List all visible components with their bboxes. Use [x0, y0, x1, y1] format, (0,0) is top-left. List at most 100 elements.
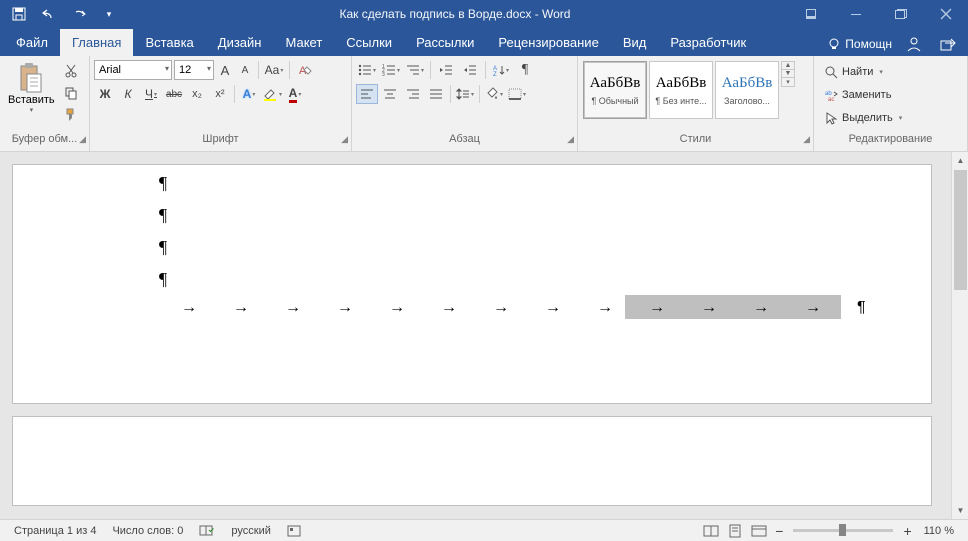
sort-button[interactable]: AZ: [490, 60, 512, 80]
align-left-button[interactable]: [356, 84, 378, 104]
close-button[interactable]: [923, 0, 968, 28]
svg-text:3: 3: [382, 72, 385, 76]
style-heading1[interactable]: АаБбВв Заголово...: [715, 61, 779, 119]
styles-launcher[interactable]: ◢: [803, 134, 810, 145]
strike-button[interactable]: abc: [163, 84, 185, 104]
tab-view[interactable]: Вид: [611, 29, 659, 56]
style-nospacing[interactable]: АаБбВв ¶ Без инте...: [649, 61, 713, 119]
word-count[interactable]: Число слов: 0: [104, 525, 191, 537]
bullets-button[interactable]: [356, 60, 378, 80]
line-spacing-button[interactable]: [454, 84, 476, 104]
search-icon: [824, 65, 838, 79]
print-layout-button[interactable]: [723, 522, 747, 540]
font-launcher[interactable]: ◢: [341, 134, 348, 145]
read-mode-button[interactable]: [699, 522, 723, 540]
vertical-scrollbar[interactable]: ▲ ▼: [951, 152, 968, 519]
tab-home[interactable]: Главная: [60, 29, 133, 56]
align-right-button[interactable]: [402, 84, 424, 104]
cut-button[interactable]: [61, 62, 81, 80]
scissors-icon: [64, 64, 78, 78]
window-controls: [788, 0, 968, 28]
tab-layout[interactable]: Макет: [273, 29, 334, 56]
tell-me-button[interactable]: Помощн: [827, 37, 892, 51]
page-indicator[interactable]: Страница 1 из 4: [6, 525, 104, 537]
highlight-icon: [262, 86, 278, 102]
tab-insert[interactable]: Вставка: [133, 29, 205, 56]
tab-references[interactable]: Ссылки: [334, 29, 404, 56]
show-marks-button[interactable]: ¶: [514, 60, 536, 80]
format-painter-button[interactable]: [61, 106, 81, 124]
text-effects-button[interactable]: A: [238, 84, 260, 104]
font-size-combo[interactable]: 12▾: [174, 60, 214, 80]
group-paragraph: 123 AZ ¶ Абзац◢: [352, 56, 578, 151]
macro-button[interactable]: [279, 525, 309, 537]
page-2[interactable]: [12, 416, 932, 506]
styles-expand-button[interactable]: ▾: [781, 77, 795, 87]
align-center-button[interactable]: [379, 84, 401, 104]
borders-button[interactable]: [506, 84, 528, 104]
svg-text:ac: ac: [828, 97, 834, 102]
zoom-thumb[interactable]: [839, 524, 846, 536]
scroll-up-button[interactable]: ▲: [952, 152, 968, 169]
lightbulb-icon: [827, 37, 841, 51]
find-button[interactable]: Найти▾: [824, 62, 902, 82]
shrink-font-button[interactable]: A: [236, 60, 254, 80]
cursor-icon: [824, 111, 838, 125]
multilevel-button[interactable]: [404, 60, 426, 80]
document-scroll[interactable]: ¶ ¶ ¶ ¶ →→→→ →→→→ →→→→ →¶: [0, 152, 951, 519]
minimize-button[interactable]: [833, 0, 878, 28]
decrease-indent-button[interactable]: [435, 60, 457, 80]
grow-font-button[interactable]: A: [216, 60, 234, 80]
tab-review[interactable]: Рецензирование: [486, 29, 610, 56]
macro-icon: [287, 525, 301, 537]
superscript-button[interactable]: x²: [209, 84, 231, 104]
justify-button[interactable]: [425, 84, 447, 104]
spellcheck-button[interactable]: [191, 524, 223, 538]
group-font: Arial▾ 12▾ A A Aa A Ж К Ч abc x₂ x² A A: [90, 56, 352, 151]
account-button[interactable]: [902, 32, 926, 56]
paragraph-launcher[interactable]: ◢: [567, 134, 574, 145]
page-1[interactable]: ¶ ¶ ¶ ¶ →→→→ →→→→ →→→→ →¶: [12, 164, 932, 404]
maximize-button[interactable]: [878, 0, 923, 28]
web-layout-button[interactable]: [747, 522, 771, 540]
ribbon-options-button[interactable]: [788, 0, 833, 28]
style-normal[interactable]: АаБбВв ¶ Обычный: [583, 61, 647, 119]
shading-button[interactable]: [483, 84, 505, 104]
change-case-button[interactable]: Aa: [263, 60, 285, 80]
increase-indent-button[interactable]: [459, 60, 481, 80]
numbering-button[interactable]: 123: [380, 60, 402, 80]
quick-access-toolbar: ▾: [0, 2, 122, 26]
bold-button[interactable]: Ж: [94, 84, 116, 104]
save-button[interactable]: [6, 2, 32, 26]
book-icon: [199, 524, 215, 538]
subscript-button[interactable]: x₂: [186, 84, 208, 104]
tab-design[interactable]: Дизайн: [206, 29, 274, 56]
italic-button[interactable]: К: [117, 84, 139, 104]
scroll-down-button[interactable]: ▼: [952, 502, 968, 519]
paste-button[interactable]: Вставить ▾: [4, 60, 59, 116]
language-indicator[interactable]: русский: [223, 525, 278, 537]
styles-scroll: ▲ ▼ ▾: [781, 61, 795, 86]
underline-button[interactable]: Ч: [140, 84, 162, 104]
select-button[interactable]: Выделить▾: [824, 108, 902, 128]
tab-developer[interactable]: Разработчик: [658, 29, 758, 56]
zoom-slider[interactable]: [793, 529, 893, 532]
zoom-level[interactable]: 110 %: [916, 525, 962, 537]
replace-button[interactable]: abac Заменить: [824, 85, 902, 105]
status-bar: Страница 1 из 4 Число слов: 0 русский − …: [0, 519, 968, 541]
redo-button[interactable]: [66, 2, 92, 26]
font-color-button[interactable]: A: [284, 84, 306, 104]
copy-button[interactable]: [61, 84, 81, 102]
tab-file[interactable]: Файл: [4, 29, 60, 56]
font-name-combo[interactable]: Arial▾: [94, 60, 172, 80]
qat-customize-button[interactable]: ▾: [96, 2, 122, 26]
clipboard-launcher[interactable]: ◢: [79, 134, 86, 145]
clear-format-button[interactable]: A: [294, 60, 316, 80]
tab-mailings[interactable]: Рассылки: [404, 29, 486, 56]
zoom-out-button[interactable]: −: [771, 523, 787, 539]
undo-button[interactable]: [36, 2, 62, 26]
share-button[interactable]: [936, 32, 960, 56]
scroll-thumb[interactable]: [954, 170, 967, 290]
zoom-in-button[interactable]: +: [899, 523, 915, 539]
highlight-button[interactable]: [261, 84, 283, 104]
